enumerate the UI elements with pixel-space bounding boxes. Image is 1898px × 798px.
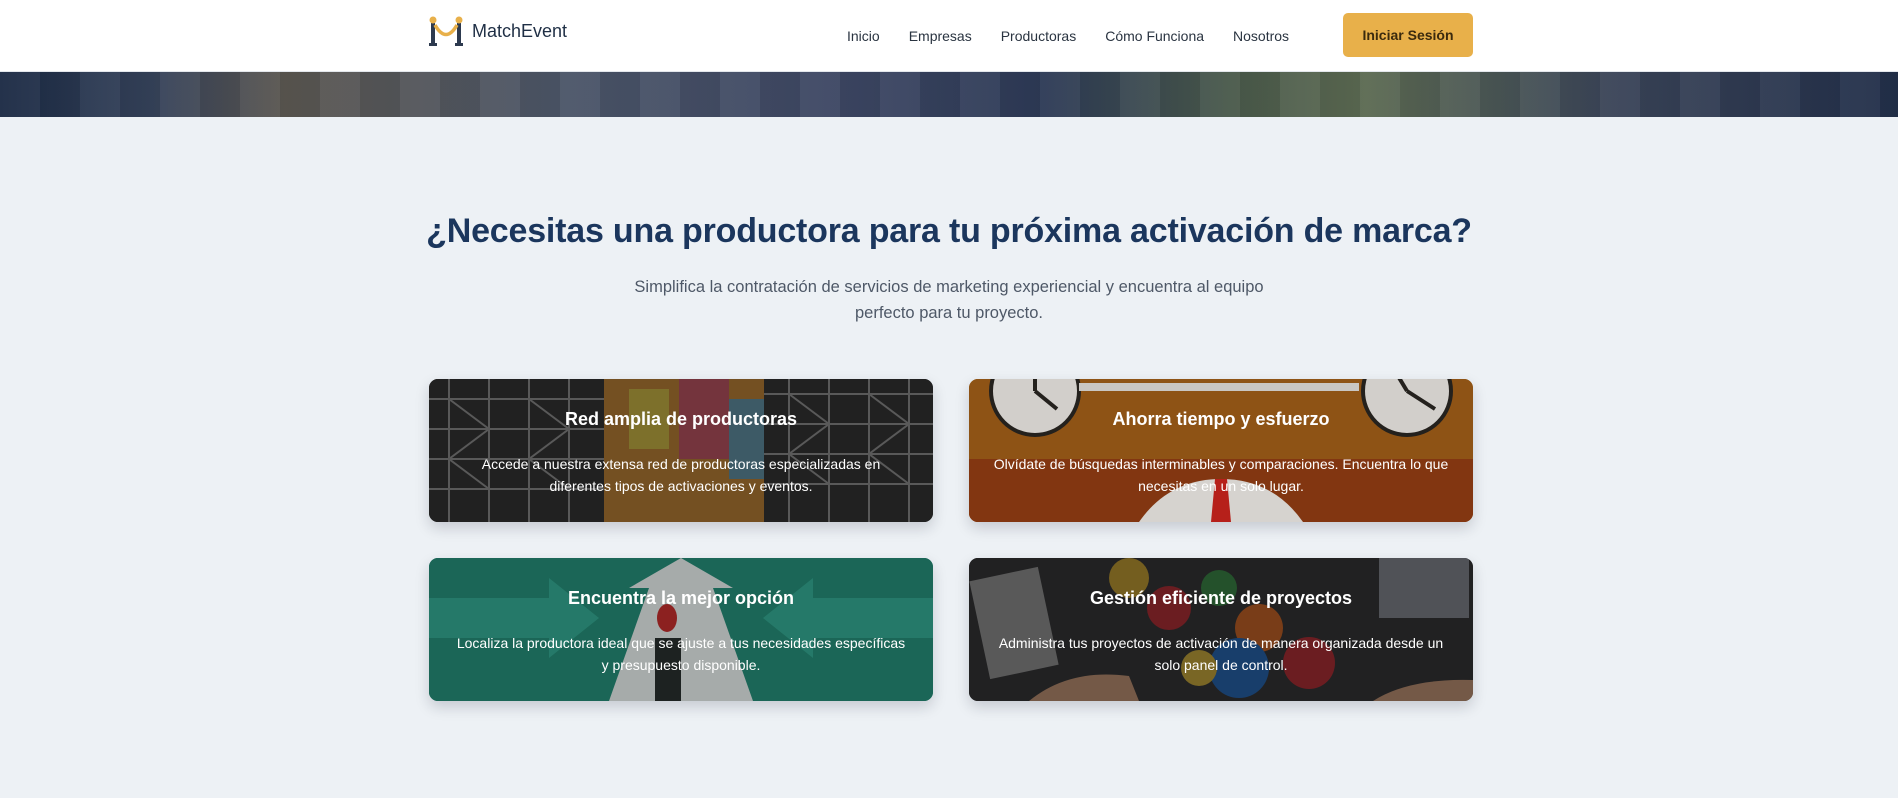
card-description: Accede a nuestra extensa red de producto… [481,456,881,494]
nav-productoras[interactable]: Productoras [1001,28,1076,44]
card-description: Administra tus proyectos de activación d… [998,635,1444,673]
card-description: Olvídate de búsquedas interminables y co… [993,456,1449,494]
login-button[interactable]: Iniciar Sesión [1343,13,1473,57]
brand-name: MatchEvent [472,20,568,41]
nav-inicio[interactable]: Inicio [847,28,880,44]
feature-card-mejor-opcion[interactable]: Encuentra la mejor opción Localiza la pr… [429,558,933,701]
card-title: Ahorra tiempo y esfuerzo [1112,409,1330,429]
card-title: Red amplia de productoras [564,409,798,429]
matchevent-logo-icon [429,16,463,46]
feature-card-gestion-proyectos[interactable]: Gestión eficiente de proyectos Administr… [969,558,1473,701]
nav-nosotros[interactable]: Nosotros [1233,28,1289,44]
brand-logo-link[interactable]: MatchEvent [428,14,567,48]
card-title: Gestión eficiente de proyectos [1089,588,1353,608]
feature-card-red-productoras[interactable]: Red amplia de productoras Accede a nuest… [429,379,933,522]
card-title: Encuentra la mejor opción [567,588,795,608]
nav-como-funciona[interactable]: Cómo Funciona [1105,28,1204,44]
site-header: MatchEvent Inicio Empresas Productoras C… [0,0,1898,72]
feature-card-ahorra-tiempo[interactable]: Ahorra tiempo y esfuerzo Olvídate de bús… [969,379,1473,522]
nav-empresas[interactable]: Empresas [909,28,972,44]
section-title: ¿Necesitas una productora para tu próxim… [426,212,1472,250]
hero-background-image [0,72,1898,117]
card-description: Localiza la productora ideal que se ajus… [456,635,906,673]
main-nav: Inicio Empresas Productoras Cómo Funcion… [847,0,1289,72]
section-subtitle: Simplifica la contratación de servicios … [634,278,1264,322]
